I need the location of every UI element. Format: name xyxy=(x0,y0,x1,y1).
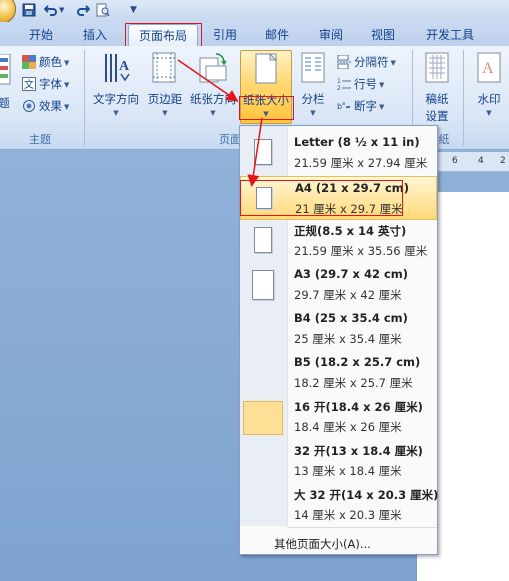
paper-icon xyxy=(252,270,274,300)
paper-size-b4[interactable]: B4 (25 x 35.4 cm) 25 厘米 x 35.4 厘米 xyxy=(240,307,437,351)
svg-text:文: 文 xyxy=(24,78,34,91)
tab-developer[interactable]: 开发工具 xyxy=(418,24,482,46)
watermark-icon: A xyxy=(470,52,508,87)
columns-icon xyxy=(297,52,329,87)
fonts-icon: 文 xyxy=(22,77,36,91)
margins-button[interactable]: 页边距 ▼ xyxy=(145,52,185,117)
tab-highlight-annotation xyxy=(125,23,202,48)
svg-text:a: a xyxy=(342,101,345,107)
office-button[interactable] xyxy=(0,0,16,24)
group-separator xyxy=(84,50,85,146)
hyphenation-icon: ba xyxy=(337,99,351,113)
dropdown-arrow-icon: ▼ xyxy=(210,109,216,117)
tab-home[interactable]: 开始 xyxy=(20,24,62,46)
svg-text:1: 1 xyxy=(337,78,341,85)
tab-insert[interactable]: 插入 xyxy=(74,24,116,46)
dropdown-arrow-icon: ▼ xyxy=(379,103,385,111)
ribbon-tabs: 开始 插入 页面布局 引用 邮件 审阅 视图 开发工具 xyxy=(0,22,509,46)
dropdown-arrow-icon: ▼ xyxy=(64,103,70,111)
more-paper-sizes-item[interactable]: 其他页面大小(A)... xyxy=(274,536,371,552)
theme-colors-button[interactable]: 颜色 ▼ xyxy=(22,52,69,72)
margins-icon xyxy=(145,52,185,87)
paper-icon xyxy=(243,401,283,435)
paper-size-large-32k[interactable]: 大 32 开(14 x 20.3 厘米) 14 厘米 x 20.3 厘米 xyxy=(240,483,438,527)
svg-text:2: 2 xyxy=(337,85,341,91)
svg-text:A: A xyxy=(119,59,130,74)
dropdown-arrow-icon: ▼ xyxy=(390,59,396,67)
text-direction-button[interactable]: A 文字方向 ▼ xyxy=(90,52,142,117)
menu-separator xyxy=(288,527,437,528)
dropdown-arrow-icon: ▼ xyxy=(162,109,168,117)
tab-mailings[interactable]: 邮件 xyxy=(256,24,298,46)
dropdown-arrow-icon: ▼ xyxy=(64,81,70,89)
watermark-button[interactable]: A 水印 ▼ xyxy=(470,52,508,117)
paper-size-highlight-annotation xyxy=(239,96,294,120)
line-numbers-icon: 12 xyxy=(337,77,351,92)
paper-size-b5[interactable]: B5 (18.2 x 25.7 cm) 18.2 厘米 x 25.7 厘米 xyxy=(240,351,437,395)
undo-icon[interactable] xyxy=(43,3,58,17)
tab-view[interactable]: 视图 xyxy=(362,24,404,46)
print-preview-icon[interactable] xyxy=(96,3,110,17)
themes-icon xyxy=(0,53,14,89)
text-direction-icon: A xyxy=(90,52,142,87)
orientation-button[interactable]: 纸张方向 ▼ xyxy=(188,52,238,117)
paper-size-a3[interactable]: A3 (29.7 x 42 cm) 29.7 厘米 x 42 厘米 xyxy=(240,263,437,307)
svg-text:A: A xyxy=(482,60,494,77)
redo-icon[interactable] xyxy=(76,3,91,17)
tab-review[interactable]: 审阅 xyxy=(310,24,352,46)
breaks-icon xyxy=(337,54,351,70)
dropdown-arrow-icon: ▼ xyxy=(113,109,119,117)
quick-access-toolbar: ▼ ▼ xyxy=(0,0,509,24)
dropdown-arrow-icon: ▼ xyxy=(64,59,70,67)
undo-dropdown-icon[interactable]: ▼ xyxy=(59,3,64,17)
paper-icon xyxy=(254,227,272,253)
dropdown-arrow-icon: ▼ xyxy=(379,81,385,89)
paper-icon xyxy=(254,139,272,165)
group-separator xyxy=(463,50,464,146)
effects-icon xyxy=(22,99,36,113)
colors-icon xyxy=(22,55,36,69)
breaks-button[interactable]: 分隔符 ▼ xyxy=(337,52,396,72)
paper-size-letter[interactable]: Letter (8 ½ x 11 in) 21.59 厘米 x 27.94 厘米 xyxy=(240,131,437,175)
dropdown-arrow-icon: ▼ xyxy=(486,109,492,117)
customize-toolbar-icon[interactable]: ▼ xyxy=(130,3,137,17)
hyphenation-button[interactable]: b a 断字 ▼ xyxy=(337,96,384,116)
theme-fonts-button[interactable]: 文字体 ▼ xyxy=(22,74,69,94)
line-numbers-button[interactable]: 1 2 行号 ▼ xyxy=(337,74,384,94)
orientation-icon xyxy=(188,52,238,87)
paper-size-32k[interactable]: 32 开(13 x 18.4 厘米) 13 厘米 x 18.4 厘米 xyxy=(240,439,437,483)
dropdown-arrow-icon: ▼ xyxy=(310,109,316,117)
paper-size-legal[interactable]: 正规(8.5 x 14 英寸) 21.59 厘米 x 35.56 厘米 xyxy=(240,219,437,263)
save-icon[interactable] xyxy=(22,3,36,17)
a4-highlight-annotation xyxy=(240,180,403,216)
themes-button[interactable]: 题 xyxy=(0,53,14,111)
paper-size-16k[interactable]: 16 开(18.4 x 26 厘米) 18.4 厘米 x 26 厘米 xyxy=(240,395,437,439)
theme-effects-button[interactable]: 效果 ▼ xyxy=(22,96,69,116)
columns-button[interactable]: 分栏 ▼ xyxy=(297,52,329,117)
tab-references[interactable]: 引用 xyxy=(204,24,246,46)
draft-paper-button[interactable]: 稿纸 设置 xyxy=(418,52,456,124)
draft-paper-icon xyxy=(418,52,456,87)
paper-size-icon xyxy=(241,52,291,88)
theme-group-label: 主题 xyxy=(29,133,51,146)
